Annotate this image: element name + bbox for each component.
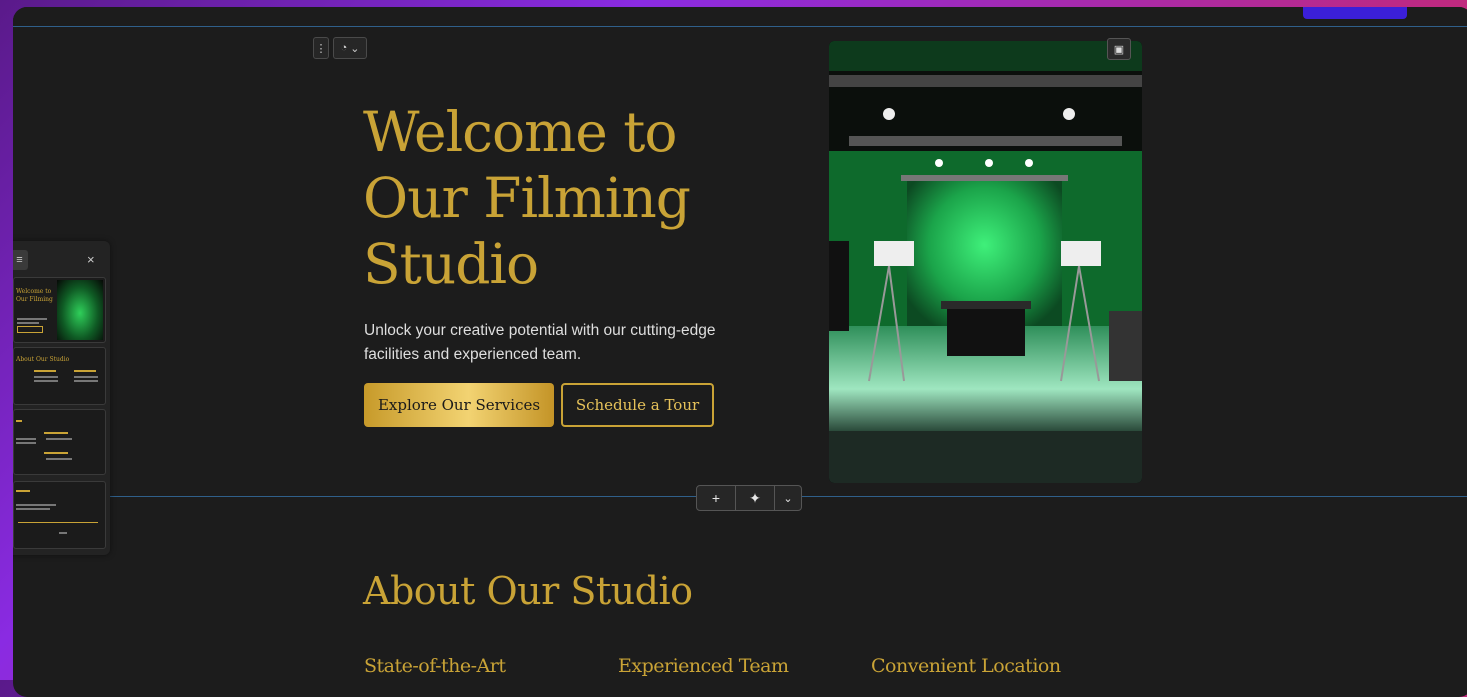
vertical-dots-icon[interactable]: ⋮ [313, 37, 329, 59]
hero-title-line-3: Studio [363, 232, 539, 296]
feature-convenient-location[interactable]: Convenient Location [871, 655, 1061, 677]
thumbnail-services[interactable] [13, 409, 106, 475]
hero-title[interactable]: Welcome to Our Filming Studio [363, 99, 783, 297]
palette-icon: ◔ [340, 42, 348, 54]
thumbnail-booking[interactable] [13, 481, 106, 549]
thumbnail-hero[interactable]: Welcome to Our Filming [13, 277, 106, 343]
studio-illustration [829, 41, 1142, 483]
about-title[interactable]: About Our Studio [363, 569, 693, 613]
schedule-tour-button[interactable]: Schedule a Tour [561, 383, 714, 427]
chevron-down-icon: ⌄ [350, 42, 360, 55]
website-canvas: ⋮ ◔ ⌄ Welcome to Our Filming Studio Unloc… [13, 7, 1467, 697]
section-boundary-top [13, 26, 1467, 27]
menu-icon[interactable]: ≡ [13, 250, 28, 270]
image-edit-icon[interactable]: ▣ [1107, 38, 1131, 60]
section-toolbar: ⋮ ◔ ⌄ [313, 37, 367, 59]
thumbnail-about[interactable]: About Our Studio [13, 347, 106, 405]
close-icon[interactable]: × [87, 252, 95, 267]
add-section-button[interactable]: + [697, 486, 736, 510]
palette-button[interactable]: ◔ ⌄ [333, 37, 367, 59]
hero-subtitle[interactable]: Unlock your creative potential with our … [364, 319, 754, 367]
feature-experienced-team[interactable]: Experienced Team [618, 655, 789, 677]
thumbnail-hero-title: Welcome to Our Filming [16, 288, 53, 303]
ai-generate-button[interactable]: ✦ [736, 486, 775, 510]
explore-services-button[interactable]: Explore Our Services [364, 383, 554, 427]
thumbnail-hero-image [57, 280, 103, 340]
studio-image[interactable] [829, 41, 1142, 483]
feature-state-of-the-art[interactable]: State-of-the-Art [364, 655, 506, 677]
hero-title-line-1: Welcome to [363, 100, 678, 164]
pages-panel: ≡ × Welcome to Our Filming About Our Stu… [13, 241, 110, 555]
hero-title-line-2: Our Filming [363, 166, 691, 230]
thumbnail-about-title: About Our Studio [16, 356, 70, 363]
chevron-down-icon[interactable]: ⌄ [775, 486, 801, 510]
add-section-bar: + ✦ ⌄ [696, 485, 802, 511]
top-toolbar [13, 7, 1467, 27]
publish-button[interactable] [1303, 7, 1407, 19]
